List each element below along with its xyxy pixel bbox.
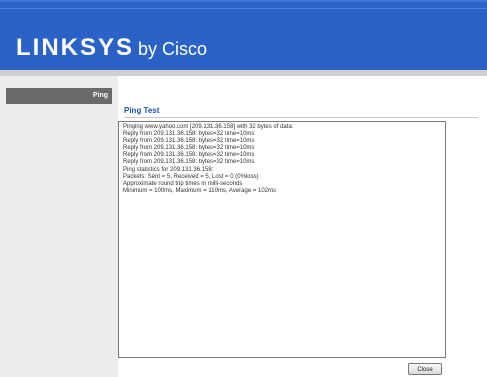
output-line: Pinging www.yahoo.com [209.131.36.158] w… (123, 124, 294, 130)
ping-output-box[interactable]: Pinging www.yahoo.com [209.131.36.158] w… (118, 121, 446, 358)
output-line: Reply from 209.131.36.158: bytes=32 time… (123, 159, 255, 166)
page-title: Ping Test (124, 106, 160, 115)
title-divider (124, 117, 478, 118)
output-line: Reply from 209.131.36.158: bytes=32 time… (123, 145, 255, 152)
output-line: Minimum = 100ms, Maximum = 110ms, Averag… (123, 187, 277, 194)
sidebar-item-ping[interactable]: Ping (6, 88, 112, 104)
header-bar: LINKSYS by Cisco (0, 0, 487, 70)
output-line: Reply from 209.131.36.158: bytes=32 time… (123, 138, 255, 145)
output-line: Reply from 209.131.36.158: bytes=32 time… (123, 152, 255, 159)
sidebar: Ping (0, 76, 118, 377)
output-line: Ping statistics for 209.131.36.158: (123, 166, 214, 173)
close-button[interactable]: Close (408, 363, 442, 375)
brand-byline: by Cisco (138, 39, 208, 59)
sidebar-item-label: Ping (92, 92, 108, 99)
output-line: Approximate round trip times in milli-se… (123, 180, 243, 187)
output-line: Packets: Sent = 5, Received = 5, Lost = … (123, 173, 259, 180)
header-divider (0, 8, 487, 9)
brand-name: LINKSYS (16, 34, 135, 61)
brand-logo: LINKSYS by Cisco (16, 34, 207, 62)
main-content: Ping Test Pinging www.yahoo.com [209.131… (118, 76, 487, 377)
output-line: Reply from 209.131.36.158: bytes=32 time… (123, 131, 255, 138)
